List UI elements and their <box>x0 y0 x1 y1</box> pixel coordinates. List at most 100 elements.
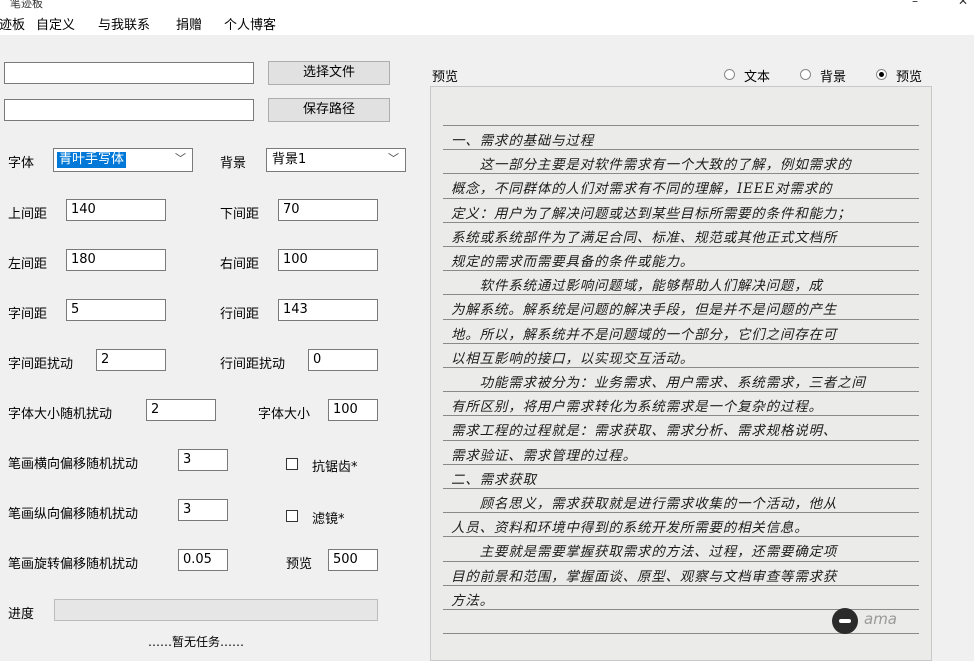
choose-file-button[interactable]: 选择文件 <box>268 61 390 85</box>
preview-size-input[interactable]: 500 <box>328 549 378 571</box>
chevron-down-icon: ﹀ <box>388 152 399 165</box>
chevron-down-icon: ﹀ <box>175 152 186 165</box>
stroke-v-jitter-label: 笔画纵向偏移随机扰动 <box>8 507 139 522</box>
char-spacing-input[interactable]: 5 <box>66 299 166 321</box>
paper-rule-line <box>443 391 919 393</box>
menu-item-custom[interactable]: 自定义 <box>36 14 75 33</box>
paper-rule-line <box>443 463 919 465</box>
radio-preview-label: 预览 <box>896 70 923 85</box>
handwritten-line: 定义：用户为了解决问题或达到某些目标所需要的条件和能力； <box>451 205 852 222</box>
font-select[interactable]: 青叶手写体 ﹀ <box>53 148 193 172</box>
paper-rule-line <box>443 342 919 344</box>
paper-rule-line <box>443 270 919 272</box>
right-margin-input[interactable]: 100 <box>278 249 378 271</box>
handwritten-line: 地。所以，解系统并不是问题域的一个部分，它们之间存在可 <box>451 326 838 343</box>
background-select[interactable]: 背景1 ﹀ <box>266 148 406 172</box>
font-size-input[interactable]: 100 <box>328 399 378 421</box>
save-path-button[interactable]: 保存路径 <box>268 98 390 122</box>
handwritten-line: 规定的需求而需要具备的条件或能力。 <box>451 254 695 270</box>
paper-rule-line <box>443 125 919 126</box>
file-path-input[interactable] <box>4 62 254 84</box>
paper-rule-line <box>443 149 919 151</box>
paper-rule-line <box>443 536 919 538</box>
stroke-v-jitter-input[interactable]: 3 <box>178 499 228 521</box>
stroke-rot-jitter-input[interactable]: 0.05 <box>178 549 228 571</box>
stroke-rot-jitter-label: 笔画旋转偏移随机扰动 <box>8 557 139 572</box>
menu-item-board[interactable]: 字迹板 <box>0 14 25 33</box>
paper-rule-line <box>443 584 919 586</box>
background-select-value: 背景1 <box>272 152 307 167</box>
line-spacing-jitter-input[interactable]: 0 <box>308 349 378 371</box>
filter-label: 滤镜* <box>312 512 345 527</box>
line-spacing-input[interactable]: 143 <box>278 299 378 321</box>
paper-rule-line <box>443 221 919 223</box>
font-select-value: 青叶手写体 <box>57 152 127 168</box>
stroke-h-jitter-label: 笔画横向偏移随机扰动 <box>8 457 139 472</box>
handwritten-line: 需求工程的过程就是：需求获取、需求分析、需求规格说明、 <box>451 423 838 440</box>
font-size-label: 字体大小 <box>258 407 311 422</box>
watermark-text: ama <box>864 610 897 628</box>
handwritten-line: 方法。 <box>451 592 494 609</box>
paper-rule-line <box>443 197 919 199</box>
line-spacing-label: 行间距 <box>220 307 260 322</box>
status-text: ……暂无任务…… <box>148 635 245 649</box>
paper-rule-line <box>443 367 919 368</box>
left-margin-input[interactable]: 180 <box>66 249 166 271</box>
handwritten-line: 功能需求被分为：业务需求、用户需求、系统需求，三者之间 <box>451 375 866 391</box>
antialias-checkbox[interactable] <box>286 458 298 470</box>
radio-preview-mode[interactable] <box>876 69 887 80</box>
paper-rule-line <box>443 415 919 417</box>
radio-background-mode[interactable] <box>800 69 811 80</box>
preview-paper: 一、需求的基础与过程 这一部分主要是对软件需求有一个大致的了解，例如需求的 概念，… <box>430 86 932 661</box>
paper-rule-line <box>443 246 919 247</box>
title-bar: 笔迹板 – ✕ <box>0 0 974 11</box>
left-margin-label: 左间距 <box>8 257 48 272</box>
handwritten-line: 系统或系统部件为了满足合同、标准、规范或其他正式文档所 <box>451 229 838 246</box>
paper-rule-line <box>443 560 919 562</box>
bottom-margin-input[interactable]: 70 <box>278 199 378 221</box>
top-margin-input[interactable]: 140 <box>66 199 166 221</box>
font-label: 字体 <box>8 156 35 171</box>
progress-label: 进度 <box>8 607 35 622</box>
minimize-icon[interactable]: – <box>912 0 918 8</box>
handwritten-line: 需求验证、需求管理的过程。 <box>451 447 637 464</box>
radio-text-label: 文本 <box>744 70 771 85</box>
handwritten-line: 软件系统通过影响问题域，能够帮助人们解决问题，成 <box>451 278 823 295</box>
handwritten-line: 一、需求的基础与过程 <box>451 133 594 149</box>
menu-item-donate[interactable]: 捐赠 <box>176 14 202 33</box>
handwritten-line: 人员、资料和环境中得到的系统开发所需要的相关信息。 <box>451 520 809 537</box>
handwritten-line: 二、需求获取 <box>451 471 537 488</box>
watermark-logo-icon <box>832 608 858 634</box>
background-label: 背景 <box>220 156 247 171</box>
paper-rule-line <box>443 294 919 296</box>
preview-label: 预览 <box>432 70 459 85</box>
handwritten-line: 以相互影响的接口，以实现交互活动。 <box>451 350 695 367</box>
top-margin-label: 上间距 <box>8 207 48 222</box>
paper-rule-line <box>443 318 919 320</box>
char-spacing-jitter-label: 字间距扰动 <box>8 357 74 372</box>
filter-checkbox[interactable] <box>286 510 298 522</box>
menu-bar: 字迹板 自定义 与我联系 捐赠 个人博客 <box>0 11 974 35</box>
font-size-jitter-input[interactable]: 2 <box>146 399 216 421</box>
radio-text-mode[interactable] <box>724 69 735 80</box>
right-margin-label: 右间距 <box>220 257 260 272</box>
stroke-h-jitter-input[interactable]: 3 <box>178 449 228 471</box>
line-spacing-jitter-label: 行间距扰动 <box>220 357 286 372</box>
handwritten-line: 有所区别，将用户需求转化为系统需求是一个复杂的过程。 <box>451 399 823 416</box>
preview-size-label: 预览 <box>286 557 313 572</box>
handwritten-line: 目的前景和范围，掌握面谈、原型、观察与文档审查等需求获 <box>451 568 838 585</box>
paper-rule-line <box>443 488 919 489</box>
char-spacing-label: 字间距 <box>8 307 48 322</box>
font-size-jitter-label: 字体大小随机扰动 <box>8 407 113 422</box>
char-spacing-jitter-input[interactable]: 2 <box>96 349 166 371</box>
close-icon[interactable]: ✕ <box>958 0 968 8</box>
bottom-margin-label: 下间距 <box>220 207 260 222</box>
window-title: 笔迹板 <box>10 0 43 10</box>
menu-item-contact[interactable]: 与我联系 <box>98 14 150 33</box>
handwritten-line: 这一部分主要是对软件需求有一个大致的了解，例如需求的 <box>451 157 852 174</box>
handwritten-line: 概念，不同群体的人们对需求有不同的理解，IEEE对需求的 <box>451 181 833 198</box>
save-path-input[interactable] <box>4 99 254 121</box>
paper-rule-line <box>443 173 919 175</box>
menu-item-blog[interactable]: 个人博客 <box>224 14 276 33</box>
paper-rule-line <box>443 439 919 441</box>
